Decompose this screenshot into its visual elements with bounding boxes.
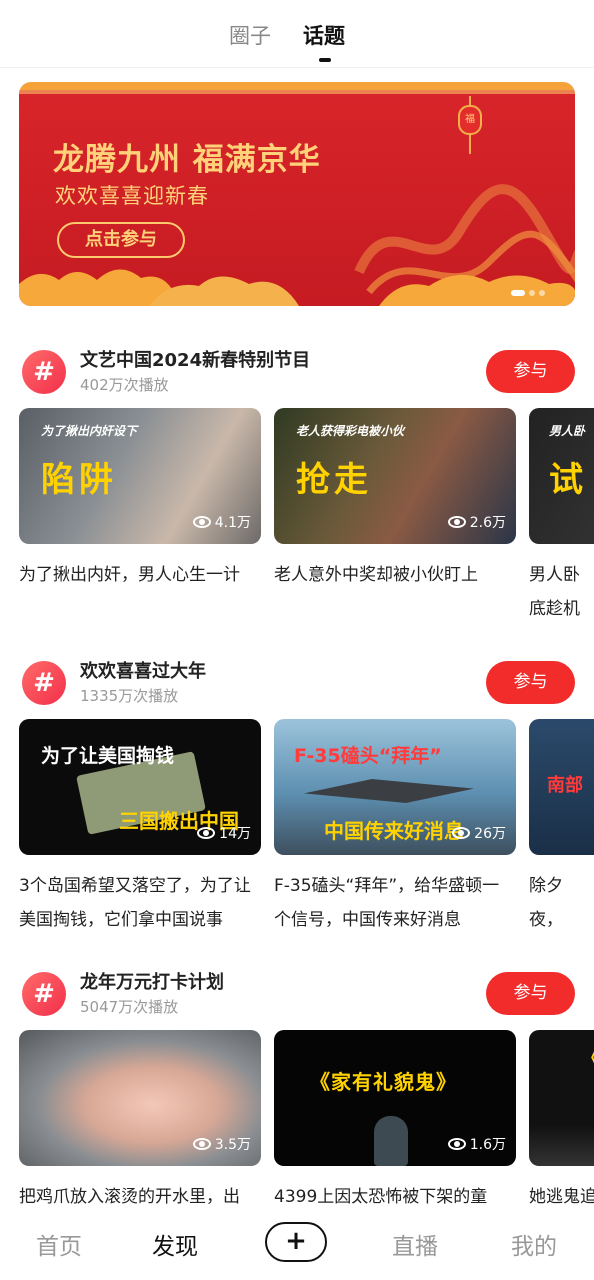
video-title: 男人卧底趁机试探: [529, 565, 580, 619]
nav-home[interactable]: 首页: [36, 1227, 82, 1261]
topic-title[interactable]: 文艺中国2024新春特别节目: [80, 346, 310, 372]
thumbnail-caption: 老人获得彩电被小伙: [296, 424, 405, 438]
topic-title[interactable]: 龙年万元打卡计划: [80, 968, 224, 994]
topic-play-count: 402万次播放: [80, 376, 169, 394]
active-tab-indicator: [319, 58, 331, 62]
topic-play-count: 1335万次播放: [80, 687, 179, 705]
thumbnail-headline: 《: [581, 1042, 594, 1071]
view-count-value: 3.5万: [214, 1137, 251, 1153]
video-card[interactable]: 老人获得彩电被小伙 抢走 2.6万 老人意外中奖却被小伙盯上: [274, 408, 516, 592]
video-title: 把鸡爪放入滚烫的开水里，出: [19, 1187, 240, 1207]
video-thumbnail: 南部: [529, 719, 594, 855]
promo-banner[interactable]: 福 龙腾九州 福满京华 欢欢喜喜迎新春 点击参与: [19, 82, 575, 306]
thumbnail-caption: 为了揪出内奸设下: [41, 424, 138, 438]
topic-play-count: 5047万次播放: [80, 998, 179, 1016]
banner-page-indicator: [511, 290, 545, 296]
video-thumbnail: 《: [529, 1030, 594, 1166]
eye-icon: [197, 827, 216, 839]
join-button[interactable]: 参与: [486, 661, 575, 704]
tab-circle[interactable]: 圈子: [229, 20, 271, 50]
video-thumbnail: 为了让美国掏钱 三国搬出中国 14万: [19, 719, 261, 855]
view-count-value: 4.1万: [214, 515, 251, 531]
video-title: 除夕夜，息，随时: [529, 876, 563, 930]
eye-icon: [192, 516, 211, 528]
video-thumbnail: 老人获得彩电被小伙 抢走 2.6万: [274, 408, 516, 544]
cartoon-figure-image: [374, 1116, 408, 1166]
view-count-value: 14万: [219, 826, 251, 842]
video-card[interactable]: 《家有礼貌鬼》 1.6万 4399上因太恐怖被下架的童: [274, 1030, 516, 1214]
video-title: 她逃鬼追: [529, 1187, 594, 1207]
video-thumbnail: 男人卧 试: [529, 408, 594, 544]
hashtag-icon: #: [22, 972, 66, 1016]
topic-title[interactable]: 欢欢喜喜过大年: [80, 657, 206, 683]
view-count-value: 26万: [474, 826, 506, 842]
banner-dot-active: [511, 290, 525, 296]
cloud-decoration-icon: [19, 269, 575, 306]
eye-icon: [447, 516, 466, 528]
video-card[interactable]: 南部 除夕夜，息，随时: [529, 719, 594, 937]
video-thumbnail: F-35磕头“拜年” 中国传来好消息 26万: [274, 719, 516, 855]
eye-icon: [192, 1138, 211, 1150]
hashtag-icon: #: [22, 350, 66, 394]
thumbnail-caption: F-35磕头“拜年”: [294, 745, 442, 767]
view-count: 3.5万: [192, 1134, 251, 1154]
view-count: 4.1万: [192, 512, 251, 532]
video-card[interactable]: 为了揪出内奸设下 陷阱 4.1万 为了揪出内奸，男人心生一计: [19, 408, 261, 592]
jet-image: [304, 779, 474, 803]
add-button[interactable]: +: [265, 1222, 327, 1262]
video-title: 4399上因太恐怖被下架的童: [274, 1187, 488, 1207]
view-count: 1.6万: [447, 1134, 506, 1154]
nav-live[interactable]: 直播: [392, 1227, 438, 1261]
video-thumbnail: 3.5万: [19, 1030, 261, 1166]
hashtag-icon: #: [22, 661, 66, 705]
thumbnail-caption: 为了让美国掏钱: [41, 745, 175, 767]
video-card[interactable]: F-35磕头“拜年” 中国传来好消息 26万 F-35磕头“拜年”，给华盛顿一个…: [274, 719, 516, 937]
nav-discover[interactable]: 发现: [152, 1227, 198, 1261]
banner-dot: [539, 290, 545, 296]
thumbnail-headline: 试: [549, 460, 587, 500]
video-card[interactable]: 3.5万 把鸡爪放入滚烫的开水里，出: [19, 1030, 261, 1214]
video-title: 3个岛国希望又落空了，为了让美国掏钱，它们拿中国说事: [19, 876, 251, 930]
video-card[interactable]: 《 她逃鬼追: [529, 1030, 594, 1214]
view-count-value: 1.6万: [469, 1137, 506, 1153]
video-thumbnail: 《家有礼貌鬼》 1.6万: [274, 1030, 516, 1166]
tab-topic[interactable]: 话题: [303, 20, 345, 50]
join-button[interactable]: 参与: [486, 350, 575, 393]
thumbnail-caption: 男人卧: [549, 424, 586, 438]
video-thumbnail: 为了揪出内奸设下 陷阱 4.1万: [19, 408, 261, 544]
eye-icon: [447, 1138, 466, 1150]
video-card[interactable]: 为了让美国掏钱 三国搬出中国 14万 3个岛国希望又落空了，为了让美国掏钱，它们…: [19, 719, 261, 937]
thumbnail-headline: 陷阱: [41, 460, 117, 500]
banner-dot: [529, 290, 535, 296]
video-card[interactable]: 男人卧 试 男人卧底趁机试探: [529, 408, 594, 626]
view-count: 2.6万: [447, 512, 506, 532]
eye-icon: [452, 827, 471, 839]
banner-title: 龙腾九州 福满京华: [53, 142, 321, 178]
view-count: 14万: [197, 823, 251, 843]
thumbnail-headline: 抢走: [296, 460, 372, 500]
nav-mine[interactable]: 我的: [511, 1227, 557, 1261]
thumbnail-caption: 南部: [547, 775, 583, 796]
bottom-navigation: 首页 发现 + 直播 我的: [0, 1210, 594, 1280]
lantern-icon: [458, 96, 482, 154]
view-count: 26万: [452, 823, 506, 843]
join-button[interactable]: 参与: [486, 972, 575, 1015]
banner-subtitle: 欢欢喜喜迎新春: [55, 184, 209, 208]
thumbnail-headline: 《家有礼貌鬼》: [310, 1070, 457, 1094]
video-title: 老人意外中奖却被小伙盯上: [274, 565, 478, 585]
banner-participate-button[interactable]: 点击参与: [57, 222, 185, 258]
thumbnail-headline: 中国传来好消息: [324, 819, 464, 843]
lantern-char: 福: [465, 114, 475, 125]
banner-stripe: [19, 90, 575, 94]
video-title: 为了揪出内奸，男人心生一计: [19, 565, 240, 585]
top-tab-bar: 圈子 话题: [0, 0, 594, 68]
video-title: F-35磕头“拜年”，给华盛顿一个信号，中国传来好消息: [274, 876, 500, 930]
view-count-value: 2.6万: [469, 515, 506, 531]
